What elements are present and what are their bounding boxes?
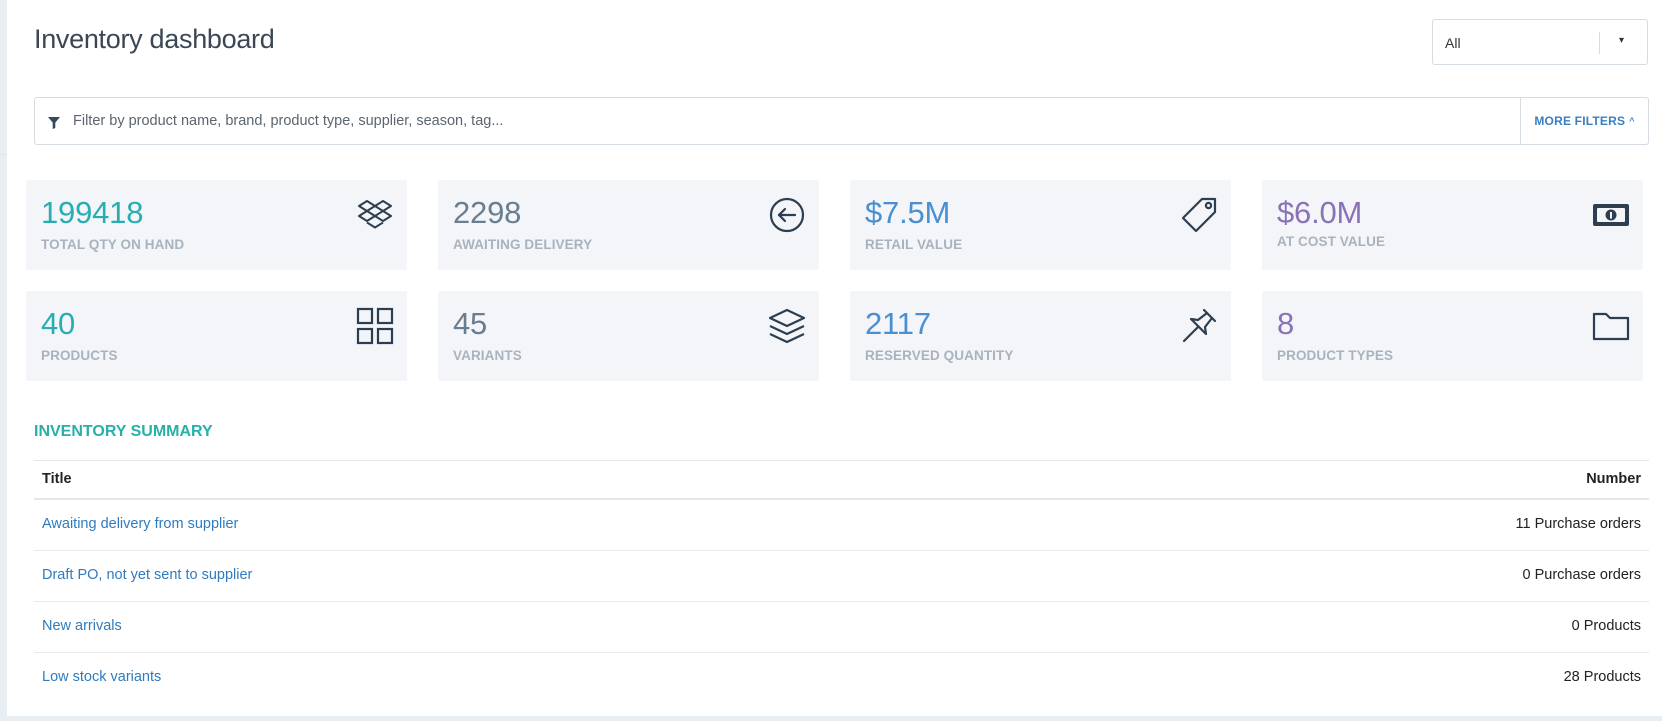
stat-value: 2298: [453, 195, 522, 230]
more-filters-button[interactable]: MORE FILTERS ^: [1520, 98, 1648, 144]
row-link-new-arrivals[interactable]: New arrivals: [42, 618, 122, 634]
stat-label: AWAITING DELIVERY: [453, 237, 593, 252]
table-row: Awaiting delivery from supplier 11 Purch…: [34, 500, 1649, 551]
stat-label: VARIANTS: [453, 348, 522, 363]
banknote-icon: [1591, 195, 1631, 235]
arrow-left-circle-icon: [767, 195, 807, 235]
row-number: 28 Products: [1563, 669, 1641, 685]
table-row: New arrivals 0 Products: [34, 602, 1649, 653]
column-header-title: Title: [42, 471, 72, 487]
chevron-down-icon[interactable]: ▾: [1619, 35, 1624, 46]
row-link-awaiting-delivery[interactable]: Awaiting delivery from supplier: [42, 516, 238, 532]
stat-value: $6.0M: [1277, 195, 1363, 230]
inventory-summary-title: INVENTORY SUMMARY: [34, 423, 213, 440]
table-row: Low stock variants 28 Products: [34, 653, 1649, 703]
row-link-draft-po[interactable]: Draft PO, not yet sent to supplier: [42, 567, 252, 583]
stat-card-total-qty: 199418 TOTAL QTY ON HAND: [26, 180, 407, 270]
price-tag-icon: [1179, 195, 1219, 235]
stat-value: 199418: [41, 195, 144, 230]
stat-label: AT COST VALUE: [1277, 234, 1386, 249]
filter-bar: MORE FILTERS ^: [34, 97, 1649, 145]
stat-card-products: 40 PRODUCTS: [26, 291, 407, 381]
row-link-low-stock-variants[interactable]: Low stock variants: [42, 669, 161, 685]
stat-value: 40: [41, 306, 76, 341]
stat-card-variants: 45 VARIANTS: [438, 291, 819, 381]
stat-card-reserved-quantity: 2117 RESERVED QUANTITY: [850, 291, 1231, 381]
more-filters-label: MORE FILTERS: [1534, 114, 1626, 128]
location-select-value: All: [1445, 35, 1461, 51]
dropbox-box-icon: [355, 195, 395, 235]
select-divider: [1599, 32, 1600, 54]
filter-icon: [48, 116, 60, 129]
layers-icon: [767, 306, 807, 346]
table-header: Title Number: [34, 460, 1649, 500]
divider: [0, 154, 7, 155]
row-number: 0 Purchase orders: [1522, 567, 1641, 583]
stat-label: RESERVED QUANTITY: [865, 348, 1014, 363]
stat-value: $7.5M: [865, 195, 951, 230]
stat-card-at-cost-value: $6.0M AT COST VALUE: [1262, 180, 1643, 270]
stat-value: 2117: [865, 306, 931, 341]
stat-card-awaiting-delivery: 2298 AWAITING DELIVERY: [438, 180, 819, 270]
stat-label: PRODUCTS: [41, 348, 118, 363]
chevron-up-icon: ^: [1629, 116, 1635, 126]
filter-search-input[interactable]: [73, 98, 1543, 144]
stat-value: 45: [453, 306, 488, 341]
dashboard-panel: Inventory dashboard All ▾ MORE FILTERS ^…: [7, 0, 1662, 716]
stat-label: RETAIL VALUE: [865, 237, 963, 252]
table-row: Draft PO, not yet sent to supplier 0 Pur…: [34, 551, 1649, 602]
grid-icon: [355, 306, 395, 346]
row-number: 11 Purchase orders: [1515, 516, 1641, 532]
stat-value: 8: [1277, 306, 1295, 341]
stat-card-product-types: 8 PRODUCT TYPES: [1262, 291, 1643, 381]
column-header-number: Number: [1586, 471, 1641, 487]
folder-icon: [1591, 306, 1631, 346]
inventory-summary-table: Title Number Awaiting delivery from supp…: [34, 460, 1649, 703]
stat-label: TOTAL QTY ON HAND: [41, 237, 185, 252]
pushpin-icon: [1179, 306, 1219, 346]
row-number: 0 Products: [1571, 618, 1641, 634]
stat-label: PRODUCT TYPES: [1277, 348, 1394, 363]
page-title: Inventory dashboard: [34, 24, 275, 54]
stat-card-retail-value: $7.5M RETAIL VALUE: [850, 180, 1231, 270]
location-select[interactable]: All ▾: [1432, 19, 1648, 65]
